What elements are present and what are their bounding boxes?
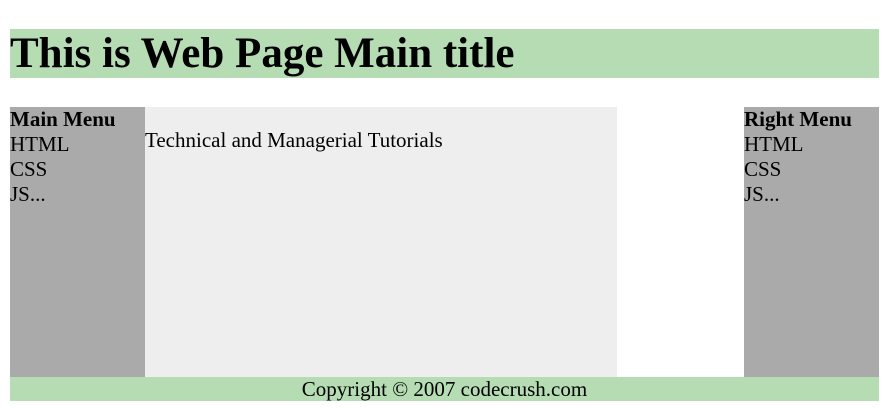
left-menu-title: Main Menu (10, 107, 116, 131)
page-title: This is Web Page Main title (10, 30, 515, 77)
right-menu-item-html[interactable]: HTML (744, 132, 879, 157)
right-menu-item-css[interactable]: CSS (744, 157, 879, 182)
page: This is Web Page Main title Main Menu HT… (0, 0, 888, 408)
left-menu-item-js[interactable]: JS... (10, 182, 145, 207)
right-menu-item-js[interactable]: JS... (744, 182, 879, 207)
copyright-text: Copyright © 2007 codecrush.com (301, 377, 588, 401)
left-menu-item-css[interactable]: CSS (10, 157, 145, 182)
left-menu: Main Menu HTML CSS JS... (10, 107, 145, 377)
right-menu: Right Menu HTML CSS JS... (744, 107, 879, 377)
content-text: Technical and Managerial Tutorials (145, 128, 443, 152)
main-content: Technical and Managerial Tutorials (145, 107, 617, 377)
footer-bar: Copyright © 2007 codecrush.com (10, 377, 879, 401)
right-menu-title: Right Menu (744, 107, 852, 131)
header-bar: This is Web Page Main title (10, 29, 879, 78)
left-menu-item-html[interactable]: HTML (10, 132, 145, 157)
